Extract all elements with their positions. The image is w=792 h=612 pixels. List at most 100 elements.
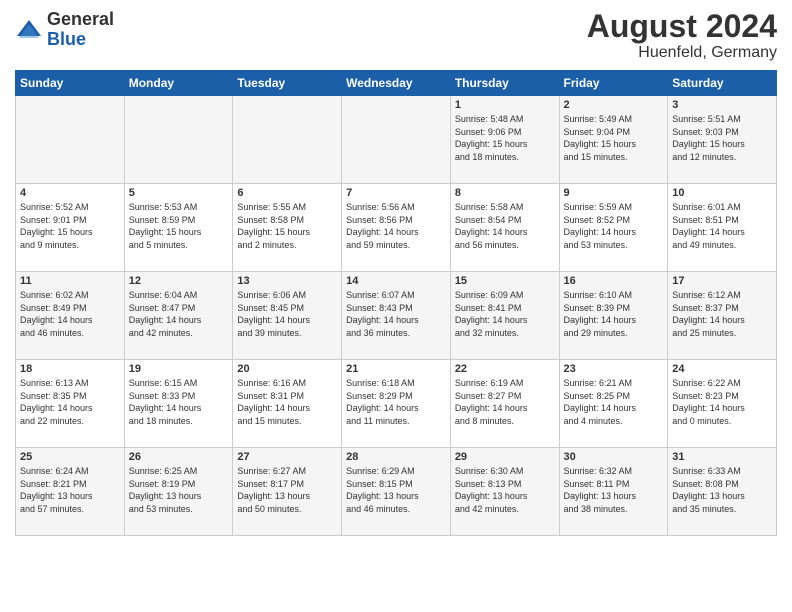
cell-content: Sunrise: 6:33 AM Sunset: 8:08 PM Dayligh… bbox=[672, 465, 772, 515]
cell-content: Sunrise: 6:15 AM Sunset: 8:33 PM Dayligh… bbox=[129, 377, 229, 427]
cell-content: Sunrise: 6:02 AM Sunset: 8:49 PM Dayligh… bbox=[20, 289, 120, 339]
day-number: 1 bbox=[455, 99, 555, 111]
day-number: 11 bbox=[20, 275, 120, 287]
cell-content: Sunrise: 6:09 AM Sunset: 8:41 PM Dayligh… bbox=[455, 289, 555, 339]
calendar-cell: 22Sunrise: 6:19 AM Sunset: 8:27 PM Dayli… bbox=[450, 360, 559, 448]
day-number: 25 bbox=[20, 451, 120, 463]
calendar-cell: 31 Sunrise: 6:33 AM Sunset: 8:08 PM Dayli… bbox=[668, 448, 777, 536]
calendar-cell: 26Sunrise: 6:25 AM Sunset: 8:19 PM Dayli… bbox=[124, 448, 233, 536]
day-number: 28 bbox=[346, 451, 446, 463]
title-block: August 2024 Huenfeld, Germany bbox=[587, 10, 777, 62]
cell-content: Sunrise: 5:58 AM Sunset: 8:54 PM Dayligh… bbox=[455, 201, 555, 251]
cell-content: Sunrise: 6:30 AM Sunset: 8:13 PM Dayligh… bbox=[455, 465, 555, 515]
cell-content: Sunrise: 6:13 AM Sunset: 8:35 PM Dayligh… bbox=[20, 377, 120, 427]
logo-blue-text: Blue bbox=[47, 29, 86, 49]
calendar-week-5: 25 Sunrise: 6:24 AM Sunset: 8:21 PM Dayli… bbox=[16, 448, 777, 536]
calendar-cell: 23 Sunrise: 6:21 AM Sunset: 8:25 PM Dayli… bbox=[559, 360, 668, 448]
calendar-table: SundayMondayTuesdayWednesdayThursdayFrid… bbox=[15, 70, 777, 536]
cell-content: Sunrise: 5:59 AM Sunset: 8:52 PM Dayligh… bbox=[564, 201, 664, 251]
day-number: 22 bbox=[455, 363, 555, 375]
day-number: 4 bbox=[20, 187, 120, 199]
location: Huenfeld, Germany bbox=[587, 44, 777, 62]
day-number: 3 bbox=[672, 99, 772, 111]
calendar-cell: 7 Sunrise: 5:56 AM Sunset: 8:56 PM Daylig… bbox=[342, 184, 451, 272]
cell-content: Sunrise: 6:12 AM Sunset: 8:37 PM Dayligh… bbox=[672, 289, 772, 339]
calendar-cell: 19 Sunrise: 6:15 AM Sunset: 8:33 PM Dayli… bbox=[124, 360, 233, 448]
calendar-cell bbox=[16, 96, 125, 184]
page: General Blue August 2024 Huenfeld, Germa… bbox=[0, 0, 792, 612]
calendar-cell: 1 Sunrise: 5:48 AM Sunset: 9:06 PM Daylig… bbox=[450, 96, 559, 184]
calendar-cell: 9 Sunrise: 5:59 AM Sunset: 8:52 PM Daylig… bbox=[559, 184, 668, 272]
day-number: 20 bbox=[237, 363, 337, 375]
calendar-cell: 28 Sunrise: 6:29 AM Sunset: 8:15 PM Dayli… bbox=[342, 448, 451, 536]
cell-content: Sunrise: 6:01 AM Sunset: 8:51 PM Dayligh… bbox=[672, 201, 772, 251]
cell-content: Sunrise: 6:07 AM Sunset: 8:43 PM Dayligh… bbox=[346, 289, 446, 339]
calendar-cell bbox=[233, 96, 342, 184]
calendar-cell: 20Sunrise: 6:16 AM Sunset: 8:31 PM Dayli… bbox=[233, 360, 342, 448]
day-number: 27 bbox=[237, 451, 337, 463]
calendar-cell: 12Sunrise: 6:04 AM Sunset: 8:47 PM Dayli… bbox=[124, 272, 233, 360]
cell-content: Sunrise: 6:22 AM Sunset: 8:23 PM Dayligh… bbox=[672, 377, 772, 427]
calendar-week-3: 11 Sunrise: 6:02 AM Sunset: 8:49 PM Dayli… bbox=[16, 272, 777, 360]
day-number: 15 bbox=[455, 275, 555, 287]
cell-content: Sunrise: 5:56 AM Sunset: 8:56 PM Dayligh… bbox=[346, 201, 446, 251]
day-number: 16 bbox=[564, 275, 664, 287]
day-header-saturday: Saturday bbox=[668, 71, 777, 96]
calendar-cell: 27 Sunrise: 6:27 AM Sunset: 8:17 PM Dayli… bbox=[233, 448, 342, 536]
cell-content: Sunrise: 6:27 AM Sunset: 8:17 PM Dayligh… bbox=[237, 465, 337, 515]
day-header-friday: Friday bbox=[559, 71, 668, 96]
calendar-cell: 17 Sunrise: 6:12 AM Sunset: 8:37 PM Dayli… bbox=[668, 272, 777, 360]
calendar-cell: 10 Sunrise: 6:01 AM Sunset: 8:51 PM Dayli… bbox=[668, 184, 777, 272]
day-number: 31 bbox=[672, 451, 772, 463]
calendar-cell bbox=[124, 96, 233, 184]
calendar-cell: 24 Sunrise: 6:22 AM Sunset: 8:23 PM Dayli… bbox=[668, 360, 777, 448]
day-header-wednesday: Wednesday bbox=[342, 71, 451, 96]
calendar-cell: 6Sunrise: 5:55 AM Sunset: 8:58 PM Daylig… bbox=[233, 184, 342, 272]
cell-content: Sunrise: 6:10 AM Sunset: 8:39 PM Dayligh… bbox=[564, 289, 664, 339]
day-number: 7 bbox=[346, 187, 446, 199]
cell-content: Sunrise: 6:24 AM Sunset: 8:21 PM Dayligh… bbox=[20, 465, 120, 515]
day-number: 10 bbox=[672, 187, 772, 199]
day-number: 24 bbox=[672, 363, 772, 375]
cell-content: Sunrise: 6:29 AM Sunset: 8:15 PM Dayligh… bbox=[346, 465, 446, 515]
day-header-sunday: Sunday bbox=[16, 71, 125, 96]
calendar-cell: 21 Sunrise: 6:18 AM Sunset: 8:29 PM Dayli… bbox=[342, 360, 451, 448]
cell-content: Sunrise: 6:18 AM Sunset: 8:29 PM Dayligh… bbox=[346, 377, 446, 427]
day-number: 29 bbox=[455, 451, 555, 463]
day-header-monday: Monday bbox=[124, 71, 233, 96]
day-number: 23 bbox=[564, 363, 664, 375]
cell-content: Sunrise: 5:52 AM Sunset: 9:01 PM Dayligh… bbox=[20, 201, 120, 251]
calendar-cell: 25 Sunrise: 6:24 AM Sunset: 8:21 PM Dayli… bbox=[16, 448, 125, 536]
header: General Blue August 2024 Huenfeld, Germa… bbox=[15, 10, 777, 62]
calendar-cell: 13Sunrise: 6:06 AM Sunset: 8:45 PM Dayli… bbox=[233, 272, 342, 360]
calendar-cell: 15 Sunrise: 6:09 AM Sunset: 8:41 PM Dayli… bbox=[450, 272, 559, 360]
cell-content: Sunrise: 6:32 AM Sunset: 8:11 PM Dayligh… bbox=[564, 465, 664, 515]
calendar-cell: 8Sunrise: 5:58 AM Sunset: 8:54 PM Daylig… bbox=[450, 184, 559, 272]
cell-content: Sunrise: 6:25 AM Sunset: 8:19 PM Dayligh… bbox=[129, 465, 229, 515]
calendar-header-row: SundayMondayTuesdayWednesdayThursdayFrid… bbox=[16, 71, 777, 96]
day-number: 6 bbox=[237, 187, 337, 199]
calendar-cell: 29 Sunrise: 6:30 AM Sunset: 8:13 PM Dayli… bbox=[450, 448, 559, 536]
cell-content: Sunrise: 6:21 AM Sunset: 8:25 PM Dayligh… bbox=[564, 377, 664, 427]
day-number: 17 bbox=[672, 275, 772, 287]
logo-icon bbox=[15, 16, 43, 44]
calendar-cell: 11 Sunrise: 6:02 AM Sunset: 8:49 PM Dayli… bbox=[16, 272, 125, 360]
day-number: 13 bbox=[237, 275, 337, 287]
day-number: 18 bbox=[20, 363, 120, 375]
day-number: 14 bbox=[346, 275, 446, 287]
cell-content: Sunrise: 5:51 AM Sunset: 9:03 PM Dayligh… bbox=[672, 113, 772, 163]
month-year: August 2024 bbox=[587, 10, 777, 42]
calendar-cell: 5Sunrise: 5:53 AM Sunset: 8:59 PM Daylig… bbox=[124, 184, 233, 272]
day-number: 21 bbox=[346, 363, 446, 375]
logo-general-text: General bbox=[47, 9, 114, 29]
calendar-week-4: 18 Sunrise: 6:13 AM Sunset: 8:35 PM Dayli… bbox=[16, 360, 777, 448]
day-header-thursday: Thursday bbox=[450, 71, 559, 96]
day-number: 9 bbox=[564, 187, 664, 199]
calendar-cell: 18 Sunrise: 6:13 AM Sunset: 8:35 PM Dayli… bbox=[16, 360, 125, 448]
cell-content: Sunrise: 5:49 AM Sunset: 9:04 PM Dayligh… bbox=[564, 113, 664, 163]
calendar-cell: 2 Sunrise: 5:49 AM Sunset: 9:04 PM Daylig… bbox=[559, 96, 668, 184]
day-number: 19 bbox=[129, 363, 229, 375]
day-number: 2 bbox=[564, 99, 664, 111]
calendar-week-1: 1 Sunrise: 5:48 AM Sunset: 9:06 PM Daylig… bbox=[16, 96, 777, 184]
cell-content: Sunrise: 5:48 AM Sunset: 9:06 PM Dayligh… bbox=[455, 113, 555, 163]
